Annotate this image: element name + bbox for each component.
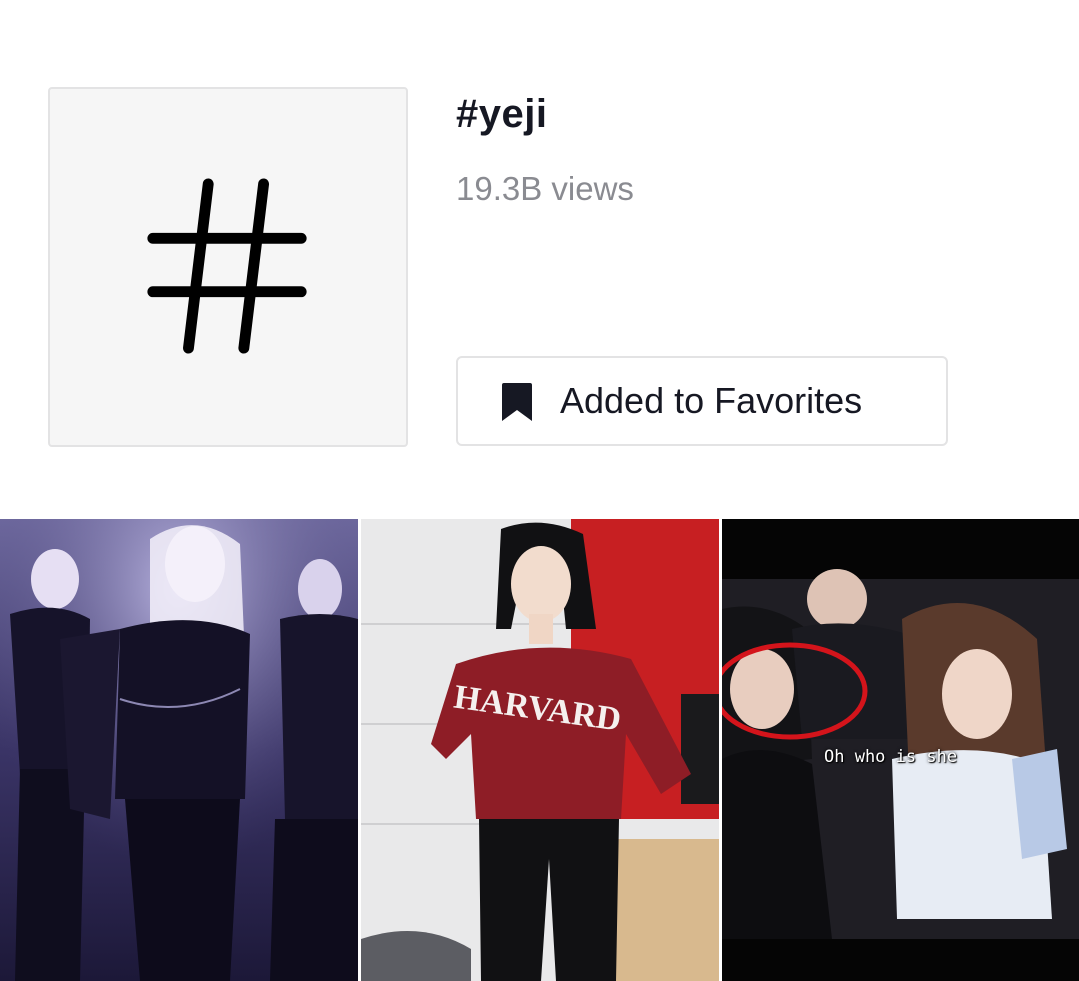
video-thumbnail-1[interactable] (0, 519, 358, 981)
bookmark-filled-icon (502, 383, 532, 421)
favorites-button[interactable]: Added to Favorites (456, 356, 948, 446)
video-thumbnail-3[interactable]: Oh who is she (722, 519, 1079, 981)
video-2-image: HARVARD (361, 519, 719, 981)
hashtag-title: #yeji (456, 92, 548, 136)
video-grid: HARVARD Oh who is she (0, 519, 1079, 981)
video-3-caption: Oh who is she (824, 747, 958, 767)
video-thumbnail-2[interactable]: HARVARD (361, 519, 719, 981)
hashtag-icon (147, 178, 307, 354)
hashtag-avatar (48, 87, 408, 447)
hashtag-views: 19.3B views (456, 170, 634, 207)
favorites-button-label: Added to Favorites (560, 380, 863, 421)
video-1-image (0, 519, 358, 981)
